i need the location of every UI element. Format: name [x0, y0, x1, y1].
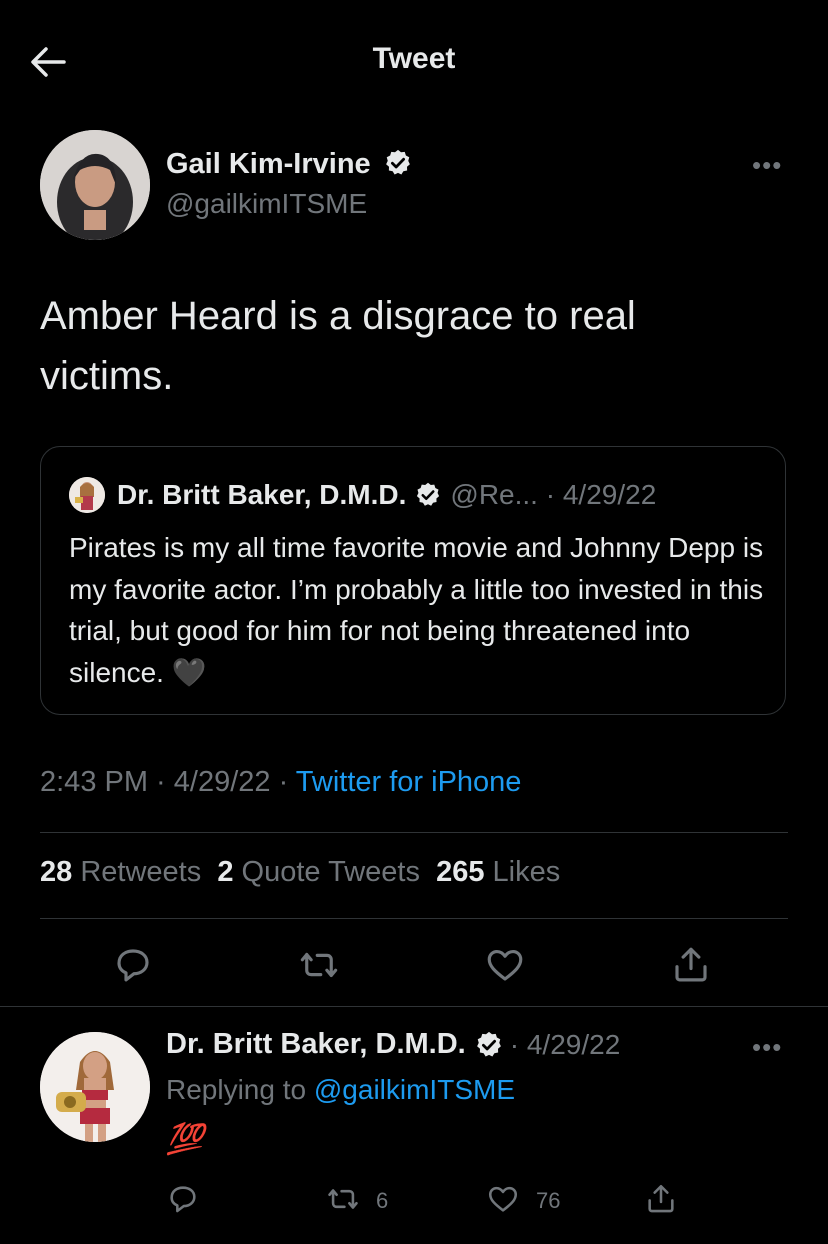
replying-to: Replying to @gailkimITSME	[166, 1074, 515, 1105]
author-handle[interactable]: @gailkimITSME	[166, 188, 367, 220]
divider	[0, 1006, 828, 1007]
retweet-icon[interactable]	[326, 1182, 360, 1216]
reply-icon[interactable]	[166, 1182, 200, 1216]
more-options-icon[interactable]: •••	[752, 1032, 782, 1063]
retweet-icon[interactable]	[298, 944, 340, 986]
replying-to-handle[interactable]: @gailkimITSME	[314, 1074, 515, 1105]
author-name[interactable]: Gail Kim-Irvine	[166, 148, 413, 181]
reply-header: Dr. Britt Baker, D.M.D. · 4/29/22	[166, 1028, 620, 1061]
tweet-timestamp: 2:43 PM · 4/29/22 · Twitter for iPhone	[40, 766, 521, 799]
reply-text: 💯	[166, 1123, 204, 1156]
quoted-author-name: Dr. Britt Baker, D.M.D.	[117, 479, 407, 510]
quote-tweets-stat[interactable]: 2 Quote Tweets	[217, 856, 420, 888]
quoted-tweet-text: Pirates is my all time favorite movie an…	[69, 532, 764, 688]
verified-badge-icon	[385, 150, 410, 175]
divider	[40, 832, 788, 833]
quoted-tweet[interactable]: Dr. Britt Baker, D.M.D. @Re... · 4/29/22…	[40, 446, 786, 715]
timestamp-text: 2:43 PM · 4/29/22 ·	[40, 766, 296, 798]
quoted-tweet-header: Dr. Britt Baker, D.M.D. @Re... · 4/29/22	[69, 477, 656, 513]
quoted-avatar	[69, 477, 105, 513]
share-icon[interactable]	[670, 944, 712, 986]
reply-like-count: 76	[536, 1188, 561, 1213]
share-icon[interactable]	[644, 1182, 678, 1216]
page-title: Tweet	[372, 42, 456, 75]
verified-badge-icon	[417, 482, 440, 506]
like-icon[interactable]	[486, 1182, 520, 1216]
tweet-stats: 28 Retweets 2 Quote Tweets 265 Likes	[40, 856, 560, 889]
reply-retweet-count: 6	[376, 1188, 389, 1213]
reply-date: · 4/29/22	[509, 1028, 621, 1060]
more-options-icon[interactable]: •••	[752, 150, 782, 181]
retweets-stat[interactable]: 28 Retweets	[40, 856, 201, 888]
likes-stat[interactable]: 265 Likes	[436, 856, 560, 888]
source-link[interactable]: Twitter for iPhone	[296, 766, 522, 798]
reply-avatar[interactable]	[40, 1032, 150, 1142]
tweet-text: Amber Heard is a disgrace to real victim…	[40, 294, 636, 398]
quoted-handle-date: @Re... · 4/29/22	[450, 479, 657, 510]
like-icon[interactable]	[484, 944, 526, 986]
reply-icon[interactable]	[112, 944, 154, 986]
reply-author-name[interactable]: Dr. Britt Baker, D.M.D.	[166, 1028, 466, 1061]
divider	[40, 918, 788, 919]
verified-badge-icon	[476, 1031, 501, 1056]
avatar[interactable]	[40, 130, 150, 240]
